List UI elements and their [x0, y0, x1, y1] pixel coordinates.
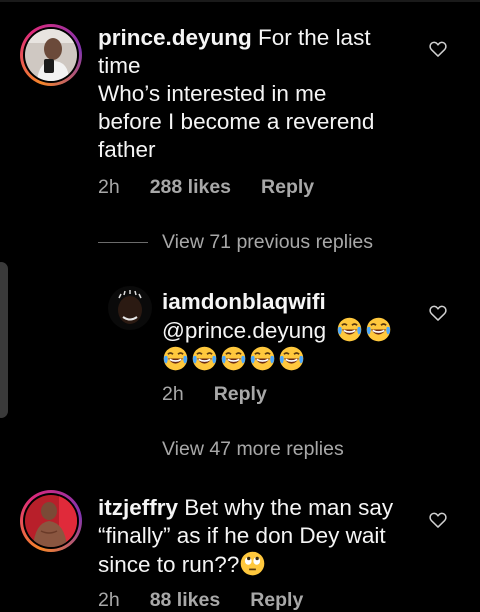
comment-body-line: time	[98, 53, 141, 78]
face-with-rolling-eyes-emoji	[239, 550, 266, 577]
view-previous-replies[interactable]: View 71 previous replies	[162, 231, 373, 254]
comment-time: 2h	[98, 589, 120, 611]
reply-button[interactable]: Reply	[250, 589, 303, 612]
face-with-tears-of-joy-emoji	[191, 345, 218, 372]
comment-body-line: since to run??	[98, 552, 240, 577]
comment-body-line: “finally” as if he don Dey wait	[98, 523, 386, 548]
comment-meta: 2h 88 likes Reply	[98, 589, 303, 612]
thread-line	[98, 242, 148, 243]
comment-username[interactable]: prince.deyung	[98, 25, 252, 50]
face-with-tears-of-joy-emoji	[365, 316, 392, 343]
face-with-tears-of-joy-emoji	[249, 345, 276, 372]
comment-meta: 2h 288 likes Reply	[98, 176, 314, 199]
avatar[interactable]	[20, 490, 82, 552]
view-more-replies[interactable]: View 47 more replies	[162, 438, 344, 461]
comment-username[interactable]: itzjeffry	[98, 495, 178, 520]
likes-count[interactable]: 288 likes	[150, 176, 231, 199]
comment-body-line: For the last	[251, 25, 371, 50]
face-with-tears-of-joy-emoji	[278, 345, 305, 372]
comment-body-line: before I become a reverend	[98, 109, 375, 134]
reply-mention[interactable]: @prince.deyung	[162, 318, 326, 343]
reply-button[interactable]: Reply	[214, 383, 267, 406]
reply-meta: 2h Reply	[162, 383, 267, 406]
heart-outline-icon[interactable]	[428, 303, 448, 323]
comment-body-line: Bet why the man say	[178, 495, 394, 520]
reply-username[interactable]: iamdonblaqwifi	[162, 289, 326, 314]
reply-avatar[interactable]	[108, 286, 152, 330]
face-with-tears-of-joy-emoji	[162, 345, 189, 372]
face-with-tears-of-joy-emoji	[336, 316, 363, 343]
avatar-image	[25, 495, 77, 547]
likes-count[interactable]: 88 likes	[150, 589, 220, 612]
avatar[interactable]	[20, 24, 82, 86]
heart-outline-icon[interactable]	[428, 39, 448, 59]
reply-text: iamdonblaqwifi @prince.deyung	[162, 288, 422, 374]
face-with-tears-of-joy-emoji	[220, 345, 247, 372]
avatar-image	[25, 29, 77, 81]
heart-outline-icon[interactable]	[428, 510, 448, 530]
reply-button[interactable]: Reply	[261, 176, 314, 199]
comment-body-line: Who’s interested in me	[98, 81, 327, 106]
scroll-handle[interactable]	[0, 262, 8, 418]
reply-time: 2h	[162, 383, 184, 405]
comment-time: 2h	[98, 176, 120, 198]
top-divider	[0, 0, 480, 2]
comment-body-line: father	[98, 137, 156, 162]
comment-text: prince.deyung For the last time Who’s in…	[98, 24, 438, 164]
comment-text: itzjeffry Bet why the man say “finally” …	[98, 494, 438, 579]
